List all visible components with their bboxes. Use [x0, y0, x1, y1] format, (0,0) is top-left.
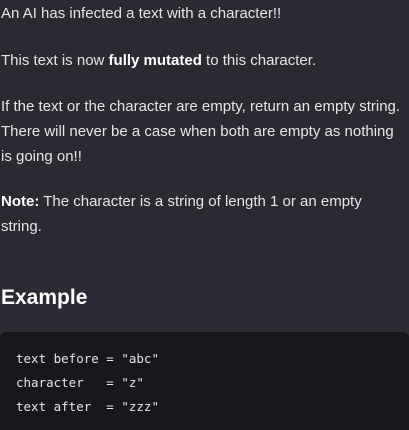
note-body: The character is a string of length 1 or… [1, 193, 362, 235]
description: An AI has infected a text with a charact… [1, 1, 405, 259]
note-text: Note: The character is a string of lengt… [1, 189, 405, 239]
code-line-character: character = "z" [16, 375, 144, 390]
never-both-empty-text: There will never be a case when both are… [1, 123, 394, 165]
intro-text: An AI has infected a text with a charact… [1, 5, 282, 22]
mutated-after: to this character. [201, 52, 317, 69]
empty-rule-text: If the text or the character are empty, … [1, 98, 401, 115]
note-label: Note: [1, 193, 40, 210]
example-code-block: text before = "abc" character = "z" text… [0, 332, 409, 430]
mutated-before: This text is now [1, 52, 109, 69]
mutated-text: This text is now fully mutated to this c… [1, 48, 405, 73]
code-line-text-after: text after = "zzz" [16, 399, 159, 414]
code-line-text-before: text before = "abc" [16, 351, 159, 366]
example-heading: Example [1, 286, 88, 309]
mutated-bold: fully mutated [108, 52, 202, 69]
